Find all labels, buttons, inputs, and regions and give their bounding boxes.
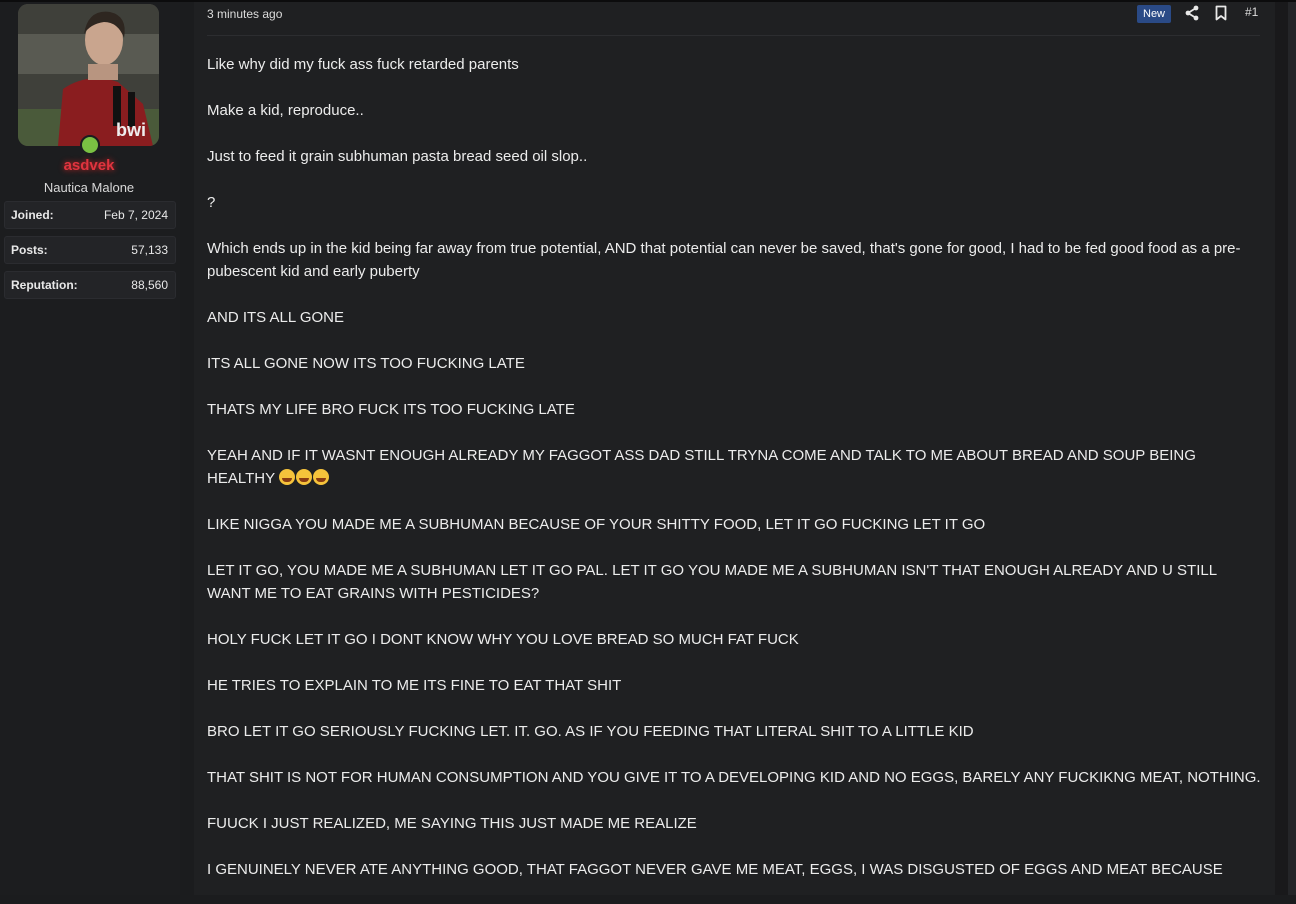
- stat-joined: Joined: Feb 7, 2024: [4, 201, 176, 229]
- post-paragraph: BRO LET IT GO SERIOUSLY FUCKING LET. IT.…: [207, 723, 974, 740]
- laughing-emoji-icon: [295, 469, 312, 485]
- avatar[interactable]: bwi: [18, 4, 159, 146]
- post-paragraph: ITS ALL GONE NOW ITS TOO FUCKING LATE: [207, 355, 525, 372]
- post-body: Like why did my fuck ass fuck retarded p…: [207, 53, 1262, 904]
- post-paragraph: AND ITS ALL GONE: [207, 309, 344, 326]
- laughing-emoji-icon: [312, 469, 329, 485]
- post-paragraph: LET IT GO, YOU MADE ME A SUBHUMAN LET IT…: [207, 562, 1217, 602]
- post-paragraph: LIKE NIGGA YOU MADE ME A SUBHUMAN BECAUS…: [207, 516, 986, 533]
- post-paragraph: HOLY FUCK LET IT GO I DONT KNOW WHY YOU …: [207, 631, 799, 648]
- user-title: Nautica Malone: [43, 180, 135, 195]
- stat-value[interactable]: 57,133: [131, 243, 168, 257]
- post-paragraph: THAT SHIT IS NOT FOR HUMAN CONSUMPTION A…: [207, 769, 1261, 786]
- post-paragraph-text: YEAH AND IF IT WASNT ENOUGH ALREADY MY F…: [207, 447, 1196, 487]
- online-status-icon: [80, 135, 100, 155]
- post-paragraph: Make a kid, reproduce..: [207, 102, 364, 119]
- post-paragraph-with-emoji: YEAH AND IF IT WASNT ENOUGH ALREADY MY F…: [207, 444, 1262, 490]
- post-paragraph: HE TRIES TO EXPLAIN TO ME ITS FINE TO EA…: [207, 677, 622, 694]
- svg-text:bwi: bwi: [116, 120, 146, 140]
- stat-reputation: Reputation: 88,560: [4, 271, 176, 299]
- laughing-emoji-icon: [278, 469, 295, 485]
- post-paragraph: FUUCK I JUST REALIZED, ME SAYING THIS JU…: [207, 815, 697, 832]
- stat-value: 88,560: [131, 278, 168, 292]
- bookmark-icon[interactable]: [1213, 5, 1229, 21]
- username[interactable]: asdvek: [0, 157, 178, 174]
- post-paragraph: ?: [207, 194, 216, 211]
- post-paragraph: I GENUINELY NEVER ATE ANYTHING GOOD, THA…: [207, 861, 1223, 878]
- post-number-link[interactable]: #1: [1245, 5, 1258, 19]
- post-timestamp[interactable]: 3 minutes ago: [207, 7, 282, 21]
- new-badge: New: [1137, 5, 1172, 23]
- stat-value: Feb 7, 2024: [103, 208, 168, 222]
- post-paragraph: THATS MY LIFE BRO FUCK ITS TOO FUCKING L…: [207, 401, 575, 418]
- post-paragraph: Just to feed it grain subhuman pasta bre…: [207, 148, 588, 165]
- avatar-image: bwi: [18, 4, 159, 146]
- post-header: 3 minutes ago New #1: [207, 5, 1262, 25]
- scrollbar-thumb[interactable]: [1288, 2, 1296, 895]
- stat-posts: Posts: 57,133: [4, 236, 176, 264]
- stat-label: Posts:: [11, 243, 48, 257]
- post-paragraph: Which ends up in the kid being far away …: [207, 240, 1241, 280]
- stat-label: Reputation:: [11, 278, 78, 292]
- user-sidebar: bwi asdvek Nautica Malone Joined: Feb 7,…: [0, 2, 180, 895]
- share-icon[interactable]: [1184, 5, 1200, 21]
- stat-label: Joined:: [11, 208, 54, 222]
- post-paragraph: Like why did my fuck ass fuck retarded p…: [207, 56, 519, 73]
- header-divider: [207, 35, 1260, 36]
